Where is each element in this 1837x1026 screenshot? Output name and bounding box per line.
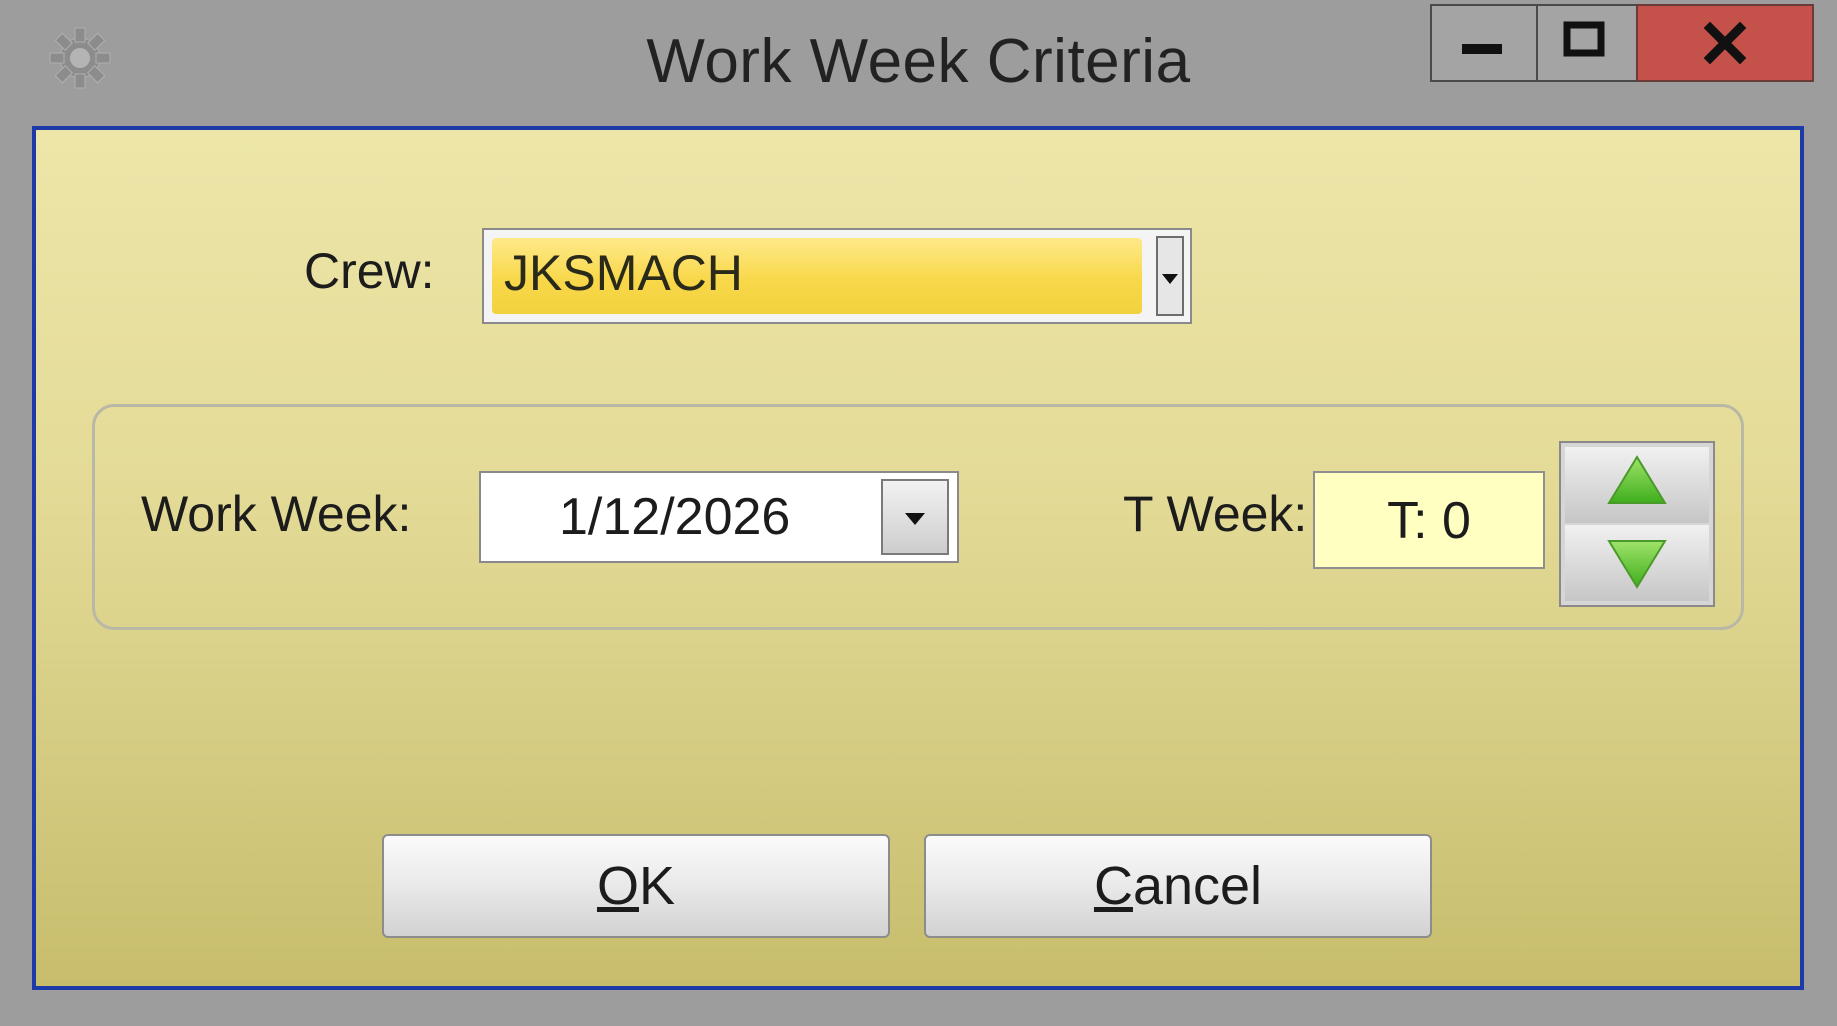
t-week-field[interactable]: T: 0 <box>1313 471 1545 569</box>
chevron-down-icon <box>1162 274 1178 284</box>
cancel-button[interactable]: Cancel <box>924 834 1432 938</box>
cancel-label-rest: ancel <box>1132 856 1263 916</box>
work-week-dropdown-button[interactable] <box>881 479 949 555</box>
close-button[interactable] <box>1636 4 1814 82</box>
dialog-body: Crew: JKSMACH Work Week: 1/12/2026 T Wee… <box>32 126 1804 990</box>
t-week-value: T: 0 <box>1387 492 1471 550</box>
minimize-button[interactable] <box>1430 4 1536 82</box>
triangle-down-icon <box>1607 540 1667 589</box>
spin-down-button[interactable] <box>1565 525 1709 601</box>
crew-label: Crew: <box>304 243 435 299</box>
maximize-icon <box>1563 21 1605 57</box>
spin-up-button[interactable] <box>1565 447 1709 523</box>
chevron-down-icon <box>905 513 925 525</box>
work-week-criteria-window: Work Week Criteria Crew: JKSMACH Work We… <box>0 0 1837 1026</box>
work-week-date-picker[interactable]: 1/12/2026 <box>479 471 959 563</box>
cancel-mnemonic: C <box>1093 856 1133 916</box>
t-week-spinner <box>1559 441 1715 607</box>
maximize-button[interactable] <box>1536 4 1636 82</box>
ok-label-rest: K <box>638 856 676 916</box>
window-controls <box>1430 4 1814 82</box>
close-icon <box>1703 21 1747 65</box>
crew-value-highlight: JKSMACH <box>492 238 1142 314</box>
crew-value: JKSMACH <box>504 245 743 301</box>
cancel-button-label: Cancel <box>1094 836 1262 936</box>
week-group-box: Work Week: 1/12/2026 T Week: T: 0 <box>92 404 1744 630</box>
ok-mnemonic: O <box>596 856 639 916</box>
minimize-icon <box>1462 44 1502 54</box>
ok-button[interactable]: OK <box>382 834 890 938</box>
title-bar[interactable]: Work Week Criteria <box>0 0 1837 128</box>
t-week-label: T Week: <box>1123 486 1308 542</box>
ok-button-label: OK <box>597 836 675 936</box>
crew-combobox[interactable]: JKSMACH <box>482 228 1192 324</box>
crew-dropdown-button[interactable] <box>1156 236 1184 316</box>
work-week-label: Work Week: <box>141 486 412 542</box>
work-week-value: 1/12/2026 <box>559 488 791 546</box>
triangle-up-icon <box>1607 455 1667 504</box>
